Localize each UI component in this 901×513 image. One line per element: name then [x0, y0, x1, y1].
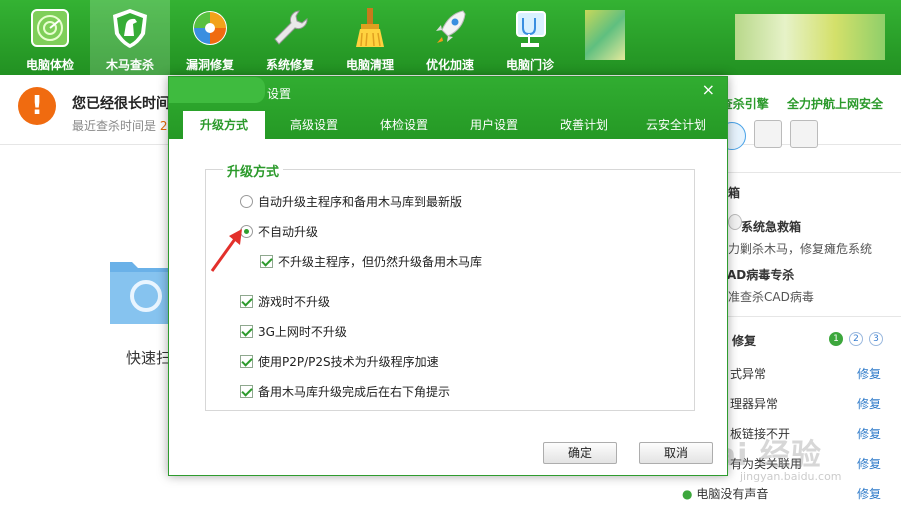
fix-link[interactable]: 修复 [857, 425, 881, 442]
page-1[interactable]: 1 [829, 332, 843, 346]
status-links: 查杀引擎 全力护航上网安全 [707, 95, 883, 112]
tool-title[interactable]: 系统急救箱 [741, 218, 801, 235]
tab-upgrade-mode[interactable]: 升级方式 [183, 111, 265, 139]
upgrade-trojan-db-label[interactable]: 不升级主程序，但仍然升级备用木马库 [278, 253, 482, 270]
fix-link[interactable]: 修复 [857, 395, 881, 412]
group-title: 升级方式 [223, 161, 284, 180]
red-arrow-icon [210, 229, 242, 272]
toolbar-item-checkup[interactable]: 电脑体检 [10, 0, 90, 75]
no-upgrade-gaming-label[interactable]: 游戏时不升级 [258, 293, 330, 310]
upgrade-trojan-db-checkbox[interactable] [260, 255, 273, 268]
auto-upgrade-radio[interactable] [240, 195, 253, 208]
tab-user-settings[interactable]: 用户设置 [453, 111, 535, 139]
tab-improvement-plan[interactable]: 改善计划 [543, 111, 625, 139]
tool-title[interactable]: AD病毒专杀 [727, 266, 794, 283]
watermark-url: jingyan.baidu.com [740, 470, 842, 483]
no-upgrade-3g-checkbox[interactable] [240, 325, 253, 338]
settings-dialog: 设置 × 升级方式 高级设置 体检设置 用户设置 改善计划 云安全计划 升级方式… [168, 76, 728, 476]
wrench-icon [274, 10, 308, 45]
fix-link[interactable]: 修复 [857, 485, 881, 502]
folder-magnifier-icon[interactable] [106, 250, 176, 330]
last-scan-value: 2 [159, 119, 168, 133]
repair-tool-icon[interactable] [790, 120, 818, 148]
windows-patch-icon [193, 11, 227, 45]
main-toolbar: 电脑体检 木马查杀 漏洞修复 系统修复 电脑清理 优化加速 电脑门诊 [0, 0, 901, 75]
picture-icon[interactable] [754, 120, 782, 148]
toolbar-label: 系统修复 [265, 58, 314, 72]
rocket-icon [436, 10, 466, 43]
status-subtitle: 最近查杀时间是 2 [72, 117, 167, 134]
toolbar-item-clinic[interactable]: 电脑门诊 [490, 0, 570, 75]
p2p-accelerate-checkbox[interactable] [240, 355, 253, 368]
tab-advanced-settings[interactable]: 高级设置 [273, 111, 355, 139]
quick-scan-label[interactable]: 快速扫 [126, 347, 171, 368]
toolbar-label: 电脑清理 [345, 58, 394, 72]
horse-shield-icon [113, 9, 147, 48]
blurred-region [169, 77, 265, 103]
notify-on-complete-label[interactable]: 备用木马库升级完成后在右下角提示 [258, 383, 450, 400]
no-upgrade-3g-label[interactable]: 3G上网时不升级 [258, 323, 347, 340]
auto-upgrade-label[interactable]: 自动升级主程序和备用木马库到最新版 [258, 193, 462, 210]
toolbar-item-system-repair[interactable]: 系统修复 [250, 0, 330, 75]
warning-icon: ! [18, 87, 56, 125]
toolbar-label: 优化加速 [425, 58, 474, 72]
toolbox-title: 箱 [728, 186, 741, 200]
toolbar-label: 漏洞修复 [185, 58, 234, 72]
fix-link[interactable]: 修复 [857, 455, 881, 472]
issue-item: 理器异常 [730, 397, 779, 411]
toolbar-item-vuln-fix[interactable]: 漏洞修复 [170, 0, 250, 75]
issue-item: ● 电脑没有声音 [682, 487, 769, 501]
no-auto-upgrade-label[interactable]: 不自动升级 [258, 223, 318, 240]
dialog-header: 设置 × 升级方式 高级设置 体检设置 用户设置 改善计划 云安全计划 [169, 77, 727, 139]
fix-link[interactable]: 修复 [857, 365, 881, 382]
status-title: 您已经很长时间 [72, 96, 170, 112]
no-upgrade-gaming-checkbox[interactable] [240, 295, 253, 308]
tab-checkup-settings[interactable]: 体检设置 [363, 111, 445, 139]
p2p-accelerate-label[interactable]: 使用P2P/P2S技术为升级程序加速 [258, 353, 439, 370]
last-scan-label: 最近查杀时间是 [72, 119, 157, 133]
toolbar-item-speedup[interactable]: 优化加速 [410, 0, 490, 75]
rescue-box-icon [728, 214, 742, 230]
page-3[interactable]: 3 [869, 332, 883, 346]
tab-cloud-security-plan[interactable]: 云安全计划 [631, 111, 721, 139]
toolbar-item-trojan-scan[interactable]: 木马查杀 [90, 0, 170, 75]
radar-icon [31, 9, 69, 47]
tool-desc: 力剿杀木马，修复瘫危系统 [728, 242, 873, 256]
toolbar-item-cleanup[interactable]: 电脑清理 [330, 0, 410, 75]
toolbar-label: 木马查杀 [105, 58, 154, 72]
blurred-region [735, 14, 885, 60]
cancel-button[interactable]: 取消 [639, 442, 713, 464]
repair-section-title: 修复 [732, 334, 757, 348]
toolbar-label: 电脑门诊 [505, 58, 554, 72]
close-icon[interactable]: × [702, 80, 715, 99]
toolbar-label: 电脑体检 [25, 58, 74, 72]
tool-desc: 准查杀CAD病毒 [728, 290, 814, 304]
broom-icon [356, 8, 384, 47]
ok-button[interactable]: 确定 [543, 442, 617, 464]
issue-item: 式异常 [730, 367, 767, 381]
issue-text: 电脑没有声音 [696, 487, 769, 501]
web-protect-link[interactable]: 全力护航上网安全 [787, 97, 883, 111]
page-2[interactable]: 2 [849, 332, 863, 346]
blurred-region [585, 10, 625, 60]
dialog-title: 设置 [267, 87, 292, 101]
stethoscope-icon [516, 11, 546, 47]
notify-on-complete-checkbox[interactable] [240, 385, 253, 398]
